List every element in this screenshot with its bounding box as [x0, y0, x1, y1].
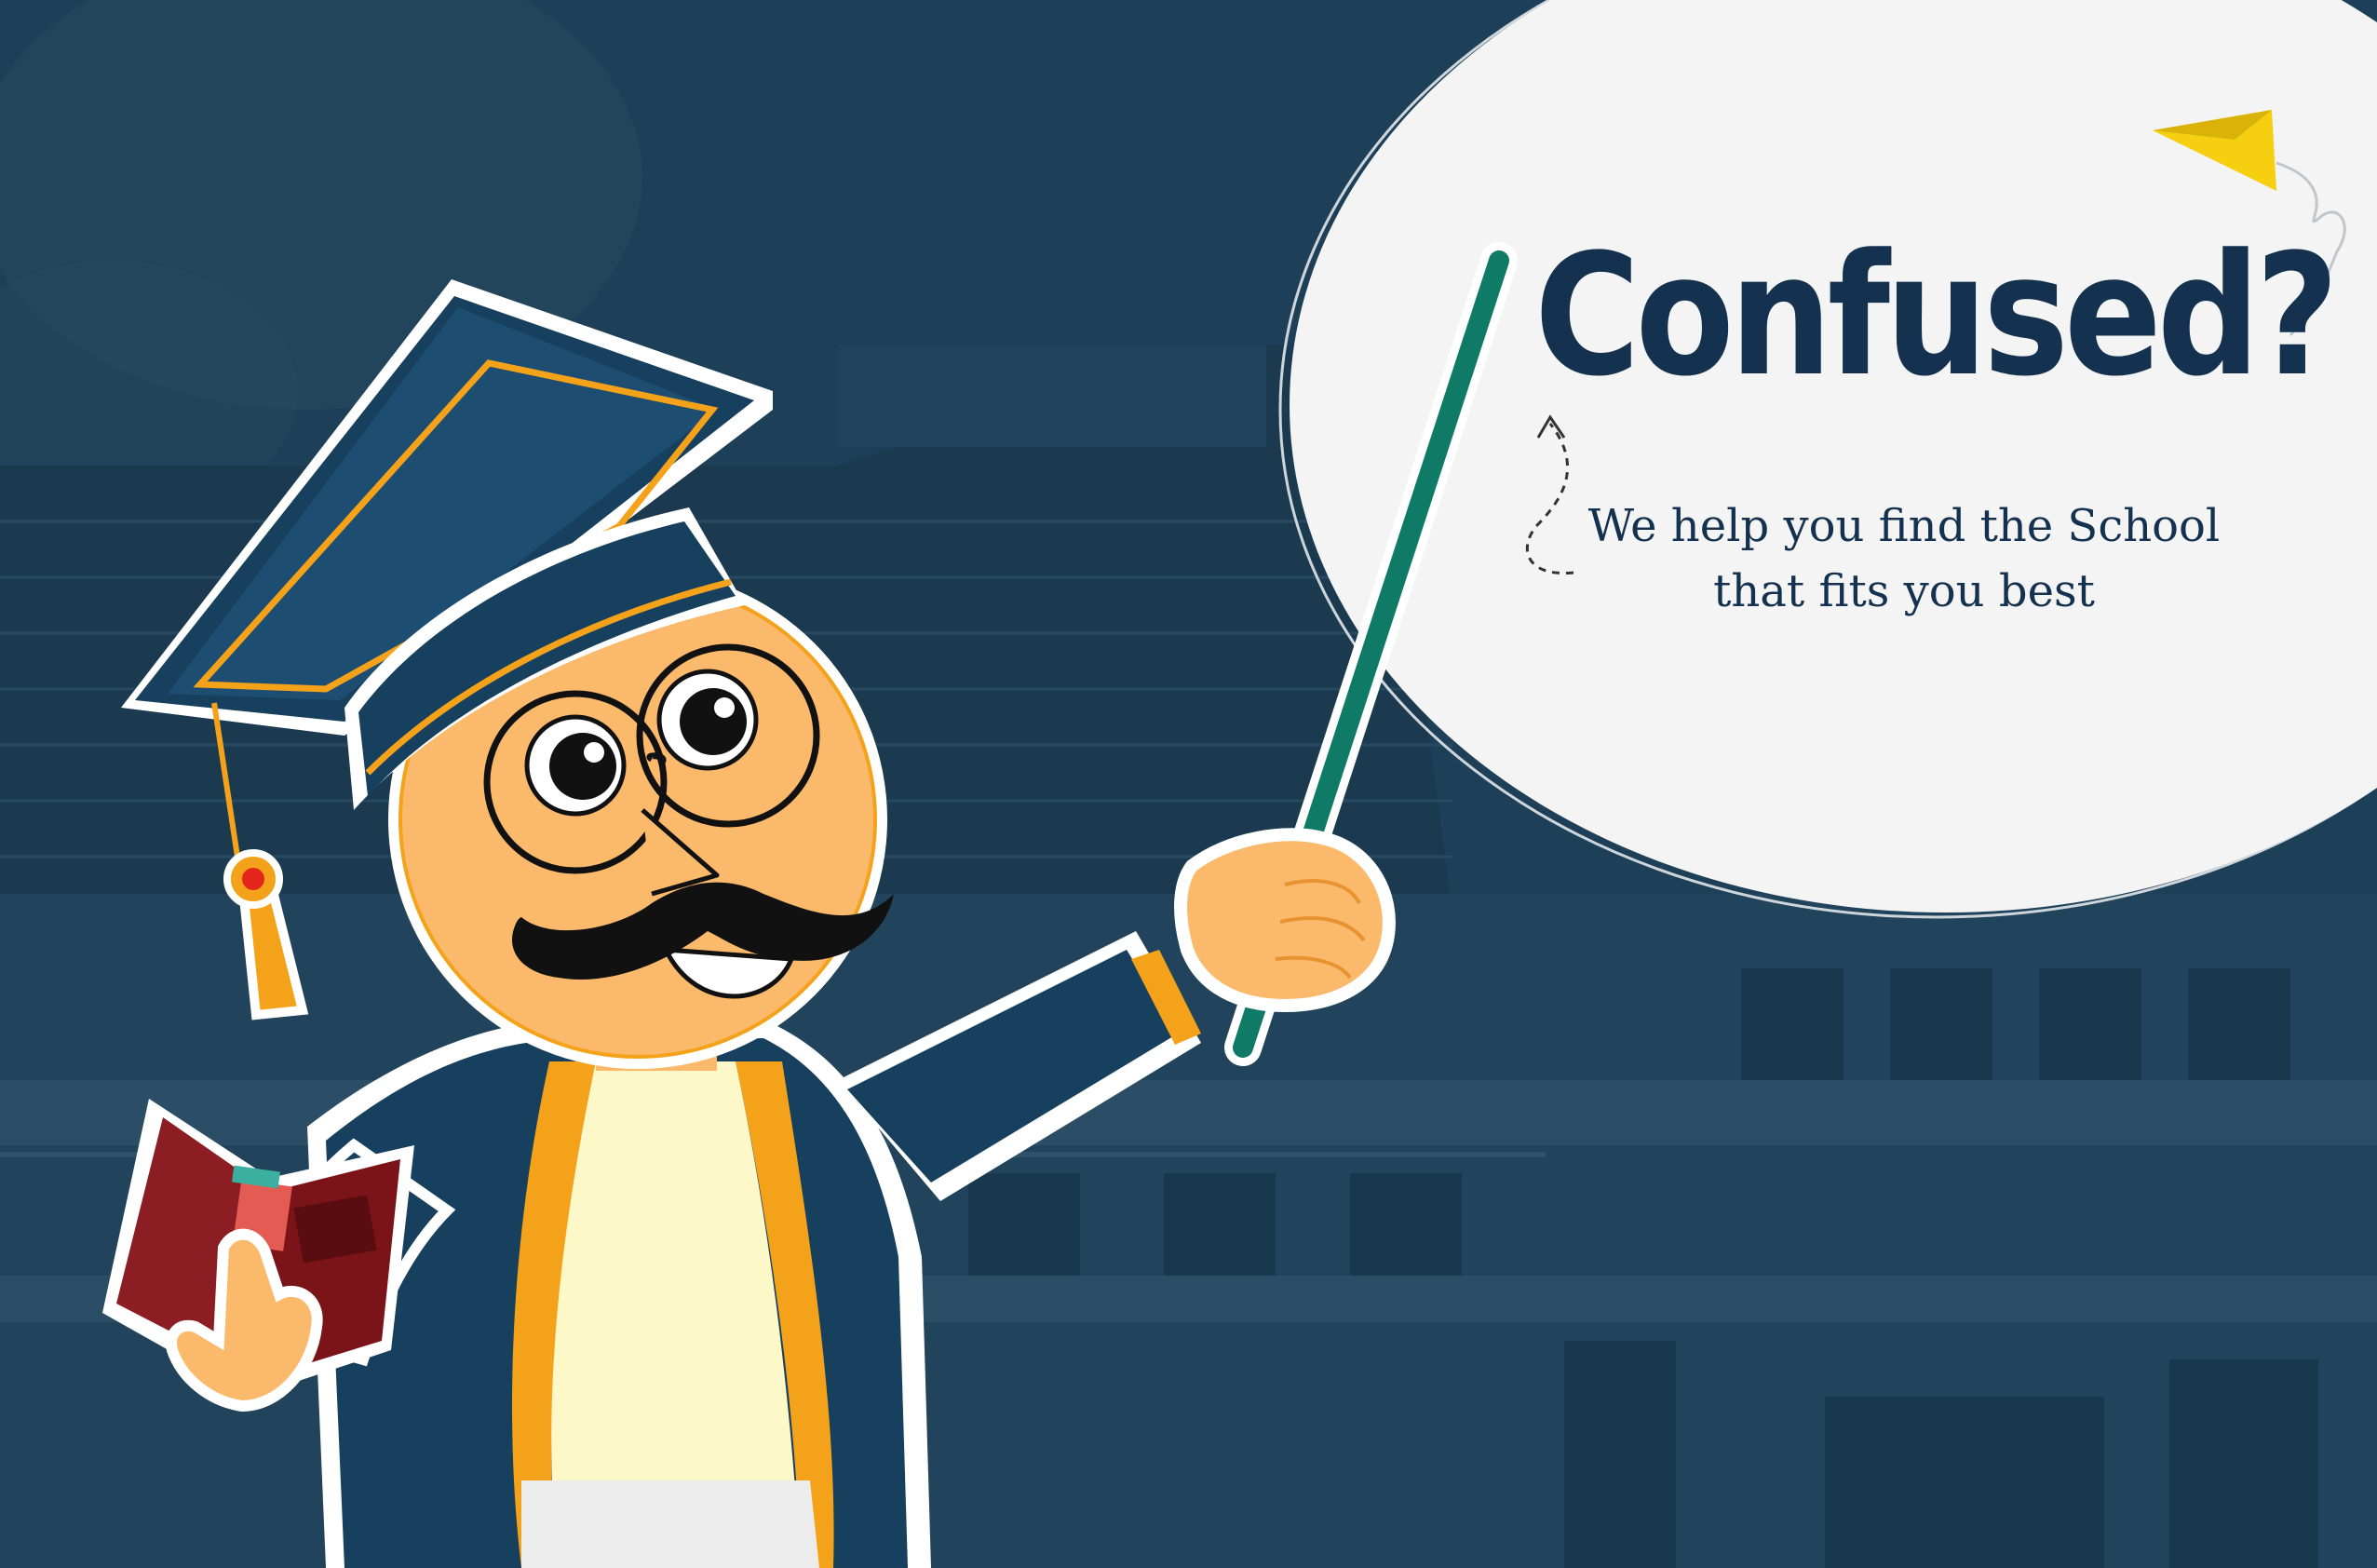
tagline-line-1: We help you find the School — [1587, 500, 2221, 552]
banner: Confused? We help you find the School th… — [0, 0, 2377, 1568]
headline-title: Confused? — [1534, 219, 2339, 413]
tagline-line-2: that fits you best — [1713, 565, 2095, 617]
tagline: We help you find the School that fits yo… — [1536, 493, 2272, 624]
